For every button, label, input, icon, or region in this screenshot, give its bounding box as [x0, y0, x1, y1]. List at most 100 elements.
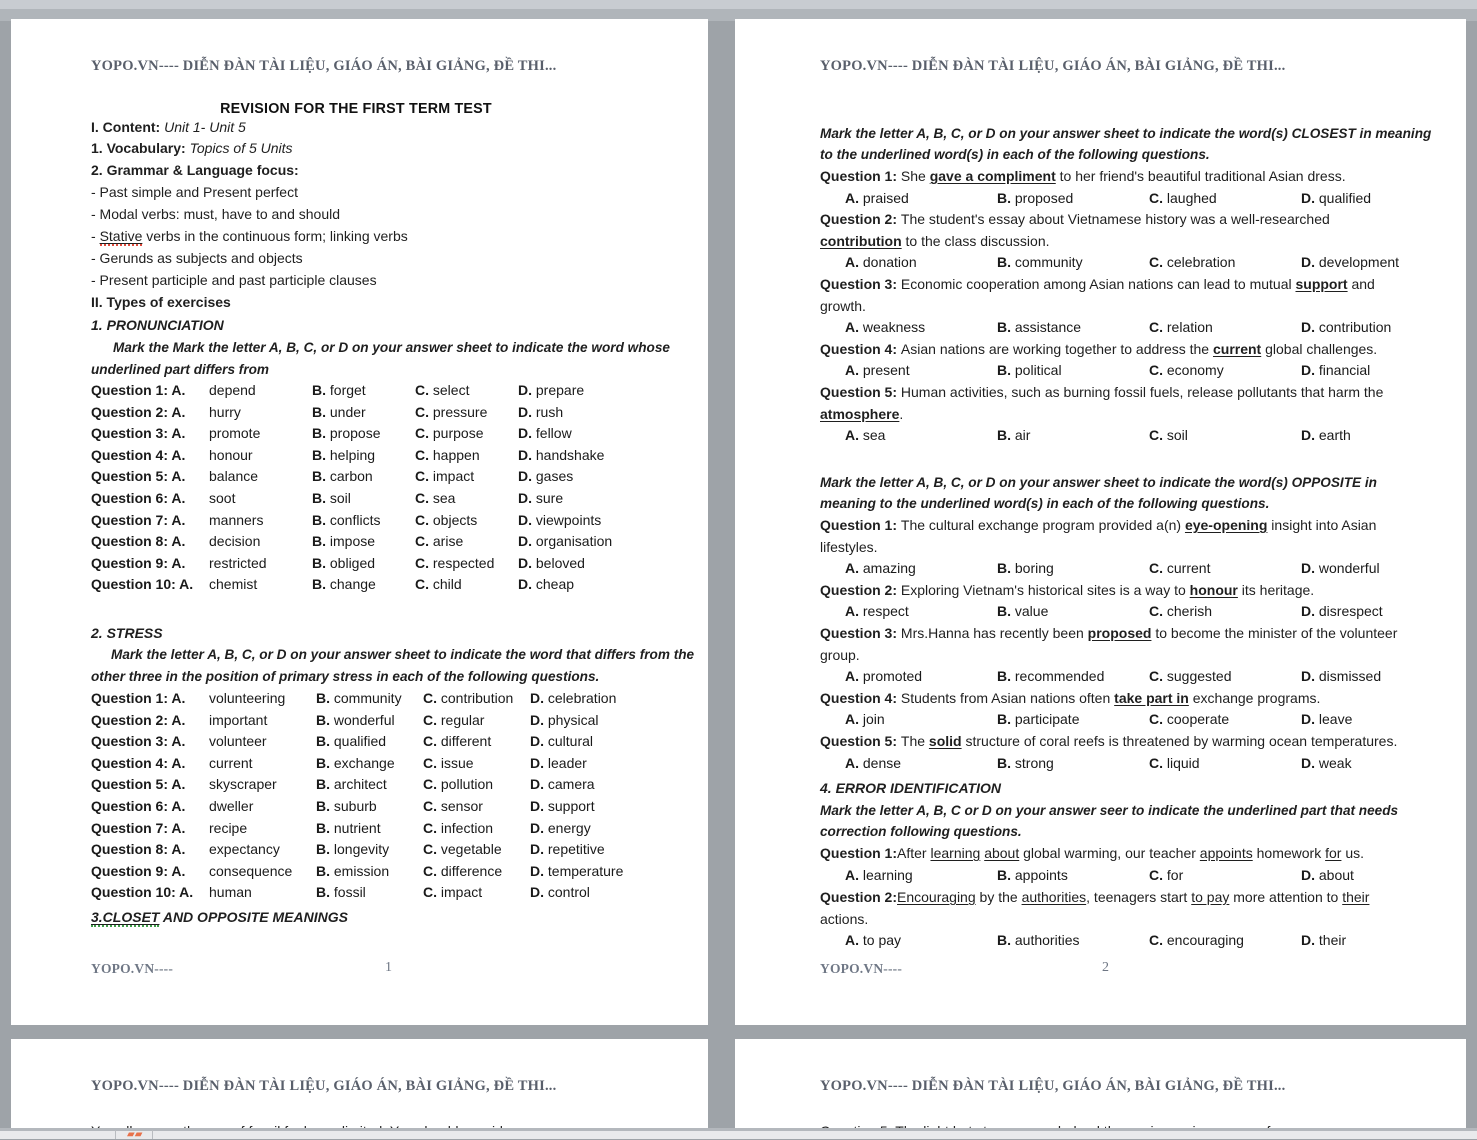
option-c[interactable]: C. encouraging [1149, 930, 1301, 952]
option-b[interactable]: B. impose [312, 531, 415, 553]
option-c[interactable]: C. pollution [423, 774, 530, 796]
option-a[interactable]: A. join [845, 709, 997, 731]
option-d[interactable]: D. rush [518, 402, 621, 424]
option-a[interactable]: restricted [209, 553, 312, 575]
option-a[interactable]: volunteering [209, 688, 316, 710]
option-d[interactable]: D. disrespect [1301, 601, 1453, 623]
option-c[interactable]: C. infection [423, 818, 530, 840]
option-b[interactable]: B. community [316, 688, 423, 710]
option-d[interactable]: D. physical [530, 710, 637, 732]
option-c[interactable]: C. difference [423, 861, 530, 883]
option-d[interactable]: D. celebration [530, 688, 637, 710]
option-a[interactable]: skyscraper [209, 774, 316, 796]
option-c[interactable]: C. regular [423, 710, 530, 732]
option-d[interactable]: D. contribution [1301, 317, 1453, 339]
option-b[interactable]: B. longevity [316, 839, 423, 861]
option-c[interactable]: C. sensor [423, 796, 530, 818]
option-b[interactable]: B. under [312, 402, 415, 424]
option-d[interactable]: D. sure [518, 488, 621, 510]
option-c[interactable]: C. celebration [1149, 252, 1301, 274]
option-c[interactable]: C. cherish [1149, 601, 1301, 623]
option-b[interactable]: B. propose [312, 423, 415, 445]
option-c[interactable]: C. cooperate [1149, 709, 1301, 731]
option-c[interactable]: C. arise [415, 531, 518, 553]
option-c[interactable]: C. current [1149, 558, 1301, 580]
option-d[interactable]: D. beloved [518, 553, 621, 575]
option-a[interactable]: dweller [209, 796, 316, 818]
option-a[interactable]: decision [209, 531, 312, 553]
option-b[interactable]: B. change [312, 574, 415, 596]
option-b[interactable]: B. obliged [312, 553, 415, 575]
option-a[interactable]: hurry [209, 402, 312, 424]
option-b[interactable]: B. fossil [316, 882, 423, 904]
option-a[interactable]: A. learning [845, 865, 997, 887]
option-c[interactable]: C. liquid [1149, 753, 1301, 775]
option-c[interactable]: C. sea [415, 488, 518, 510]
option-a[interactable]: A. weakness [845, 317, 997, 339]
option-d[interactable]: D. prepare [518, 380, 621, 402]
option-b[interactable]: B. recommended [997, 666, 1149, 688]
option-a[interactable]: expectancy [209, 839, 316, 861]
option-a[interactable]: chemist [209, 574, 312, 596]
option-b[interactable]: B. boring [997, 558, 1149, 580]
option-c[interactable]: C. vegetable [423, 839, 530, 861]
option-a[interactable]: human [209, 882, 316, 904]
option-b[interactable]: B. nutrient [316, 818, 423, 840]
option-d[interactable]: D. control [530, 882, 637, 904]
option-d[interactable]: D. development [1301, 252, 1453, 274]
option-b[interactable]: B. forget [312, 380, 415, 402]
option-b[interactable]: B. emission [316, 861, 423, 883]
option-b[interactable]: B. qualified [316, 731, 423, 753]
option-c[interactable]: C. economy [1149, 360, 1301, 382]
option-d[interactable]: D. earth [1301, 425, 1453, 447]
option-b[interactable]: B. political [997, 360, 1149, 382]
option-b[interactable]: B. appoints [997, 865, 1149, 887]
option-c[interactable]: C. impact [415, 466, 518, 488]
option-b[interactable]: B. suburb [316, 796, 423, 818]
option-a[interactable]: important [209, 710, 316, 732]
option-c[interactable]: C. soil [1149, 425, 1301, 447]
option-c[interactable]: C. happen [415, 445, 518, 467]
option-b[interactable]: B. wonderful [316, 710, 423, 732]
option-a[interactable]: consequence [209, 861, 316, 883]
option-d[interactable]: D. their [1301, 930, 1453, 952]
option-d[interactable]: D. camera [530, 774, 637, 796]
option-a[interactable]: promote [209, 423, 312, 445]
option-b[interactable]: B. proposed [997, 188, 1149, 210]
option-d[interactable]: D. cultural [530, 731, 637, 753]
option-d[interactable]: D. weak [1301, 753, 1453, 775]
option-c[interactable]: C. pressure [415, 402, 518, 424]
option-c[interactable]: C. relation [1149, 317, 1301, 339]
option-a[interactable]: depend [209, 380, 312, 402]
option-d[interactable]: D. financial [1301, 360, 1453, 382]
option-d[interactable]: D. qualified [1301, 188, 1453, 210]
option-a[interactable]: A. donation [845, 252, 997, 274]
option-b[interactable]: B. strong [997, 753, 1149, 775]
option-d[interactable]: D. gases [518, 466, 621, 488]
option-a[interactable]: balance [209, 466, 312, 488]
option-d[interactable]: D. cheap [518, 574, 621, 596]
option-a[interactable]: manners [209, 510, 312, 532]
option-c[interactable]: C. different [423, 731, 530, 753]
option-d[interactable]: D. handshake [518, 445, 621, 467]
option-d[interactable]: D. energy [530, 818, 637, 840]
option-b[interactable]: B. soil [312, 488, 415, 510]
option-d[interactable]: D. fellow [518, 423, 621, 445]
option-d[interactable]: D. about [1301, 865, 1453, 887]
option-c[interactable]: C. suggested [1149, 666, 1301, 688]
option-c[interactable]: C. child [415, 574, 518, 596]
option-c[interactable]: C. respected [415, 553, 518, 575]
option-b[interactable]: B. carbon [312, 466, 415, 488]
option-d[interactable]: D. leave [1301, 709, 1453, 731]
option-b[interactable]: B. community [997, 252, 1149, 274]
option-d[interactable]: D. leader [530, 753, 637, 775]
option-a[interactable]: A. amazing [845, 558, 997, 580]
option-b[interactable]: B. helping [312, 445, 415, 467]
option-a[interactable]: honour [209, 445, 312, 467]
option-c[interactable]: C. select [415, 380, 518, 402]
option-b[interactable]: B. value [997, 601, 1149, 623]
option-c[interactable]: C. for [1149, 865, 1301, 887]
option-a[interactable]: A. dense [845, 753, 997, 775]
option-a[interactable]: A. promoted [845, 666, 997, 688]
option-a[interactable]: recipe [209, 818, 316, 840]
